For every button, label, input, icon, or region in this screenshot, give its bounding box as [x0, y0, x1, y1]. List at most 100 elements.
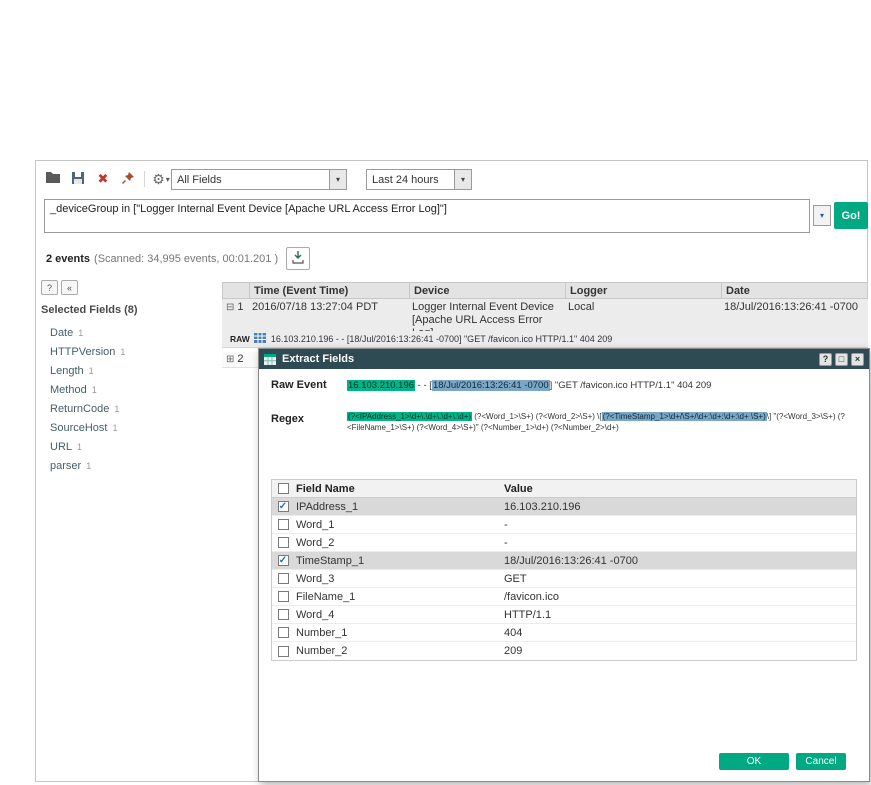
field-name: Number_1: [296, 626, 348, 639]
row-checkbox[interactable]: [277, 591, 289, 602]
dialog-title: Extract Fields: [282, 353, 355, 365]
row-checkbox[interactable]: [277, 537, 289, 548]
header-checkbox[interactable]: [277, 483, 289, 494]
export-button[interactable]: [286, 247, 311, 270]
dialog-minimize-button[interactable]: □: [835, 352, 848, 366]
raw-event-label: Raw Event: [271, 379, 327, 391]
field-label: Date: [50, 326, 74, 339]
field-name: Number_2: [296, 645, 348, 657]
extract-fields-icon: [264, 353, 276, 365]
fields-table-header: Field Name Value: [272, 480, 856, 498]
row-checkbox[interactable]: [277, 519, 289, 530]
field-label: URL: [50, 440, 73, 453]
raw-text: 16.103.210.196 - - [18/Jul/2016:13:26:41…: [270, 334, 613, 344]
timestamp-highlight: 18/Jul/2016:13:26:41 -0700: [431, 380, 550, 391]
time-range-value: Last 24 hours: [372, 173, 439, 186]
field-label: Length: [50, 364, 84, 377]
delete-button[interactable]: ✖: [94, 170, 112, 188]
field-name: Word_2: [296, 536, 335, 549]
open-search-button[interactable]: [44, 170, 62, 188]
field-label: Method: [50, 383, 87, 396]
sidebar-item-sourcehost[interactable]: SourceHost 1: [41, 418, 211, 437]
field-name: Word_3: [296, 572, 335, 585]
dialog-close-button[interactable]: ×: [851, 352, 864, 366]
chevron-down-icon: ▾: [329, 170, 346, 189]
dialog-help-button[interactable]: ?: [819, 352, 832, 366]
sidebar-item-date[interactable]: Date 1: [41, 323, 211, 342]
field-row: Number_1 404: [272, 624, 856, 642]
expand-row-icon[interactable]: ⊞: [226, 354, 234, 365]
events-count: 2 events: [46, 252, 91, 265]
field-value: /favicon.ico: [504, 590, 560, 603]
panel-buttons: ? «: [41, 280, 78, 295]
field-value: 209: [504, 645, 523, 657]
chevron-down-icon: ▾: [165, 174, 170, 184]
sidebar-item-returncode[interactable]: ReturnCode 1: [41, 399, 211, 418]
raw-event-row: RAW 16.103.210.196 - - [18/Jul/2016:13:2…: [222, 331, 868, 348]
search-query-input[interactable]: _deviceGroup in ["Logger Internal Event …: [44, 199, 810, 233]
field-value: -: [504, 536, 508, 549]
ok-button[interactable]: OK: [719, 753, 789, 770]
field-row: TimeStamp_1 18/Jul/2016:13:26:41 -0700: [272, 552, 856, 570]
selected-fields-list: Date 1 HTTPVersion 1 Length 1 Method 1 Retur…: [41, 323, 211, 475]
regex-label: Regex: [271, 413, 305, 425]
field-value: 18/Jul/2016:13:26:41 -0700: [504, 554, 638, 567]
table-icon[interactable]: [253, 332, 266, 346]
field-row: Number_2 209: [272, 642, 856, 660]
dialog-title-bar[interactable]: Extract Fields ? □ ×: [259, 349, 869, 369]
sidebar-item-url[interactable]: URL 1: [41, 437, 211, 456]
field-name: TimeStamp_1: [296, 554, 365, 567]
column-field-name: Field Name: [296, 482, 355, 495]
row-checkbox[interactable]: [277, 609, 289, 620]
row-number: 2: [237, 353, 244, 365]
field-count: 1: [114, 403, 120, 414]
fields-dropdown[interactable]: All Fields ▾: [171, 169, 347, 190]
row-checkbox[interactable]: [277, 645, 289, 657]
field-count: 1: [112, 422, 118, 433]
field-count: 1: [77, 441, 83, 452]
sidebar-item-httpversion[interactable]: HTTPVersion 1: [41, 342, 211, 361]
folder-icon: [45, 171, 61, 187]
save-icon: [71, 171, 85, 188]
fields-dropdown-value: All Fields: [177, 173, 222, 186]
row-checkbox[interactable]: [277, 501, 289, 512]
events-summary: 2 events (Scanned: 34,995 events, 00:01.…: [46, 247, 311, 270]
chevron-down-icon: ▾: [819, 211, 824, 220]
row-checkbox[interactable]: [277, 555, 289, 566]
field-row: Word_4 HTTP/1.1: [272, 606, 856, 624]
field-value: -: [504, 518, 508, 531]
field-row: Word_2 -: [272, 534, 856, 552]
field-row: Word_3 GET: [272, 570, 856, 588]
field-count: 1: [88, 365, 94, 376]
settings-button[interactable]: ⚙ ▾: [152, 170, 170, 188]
field-name: IPAddress_1: [296, 500, 359, 513]
save-button[interactable]: [69, 170, 87, 188]
field-row: IPAddress_1 16.103.210.196: [272, 498, 856, 516]
time-range-dropdown[interactable]: Last 24 hours ▾: [366, 169, 472, 190]
sidebar-item-length[interactable]: Length 1: [41, 361, 211, 380]
collapse-row-icon[interactable]: ⊟: [226, 302, 234, 313]
timestamp-regex-highlight: (?<TimeStamp_1>\d+/\S+/\d+:\d+:\d+:\d+ \…: [601, 412, 767, 421]
row-checkbox[interactable]: [277, 627, 289, 638]
field-name: FileName_1: [296, 590, 356, 603]
field-count: 1: [91, 384, 97, 395]
sidebar-item-method[interactable]: Method 1: [41, 380, 211, 399]
collapse-panel-button[interactable]: «: [61, 280, 78, 295]
field-count: 1: [86, 460, 92, 471]
fields-table: Field Name Value IPAddress_1 16.103.210.…: [271, 479, 857, 661]
field-name: Word_1: [296, 518, 335, 531]
field-label: ReturnCode: [50, 402, 110, 415]
pin-button[interactable]: [119, 170, 137, 188]
header-spacer: [223, 283, 249, 298]
field-value: GET: [504, 572, 527, 585]
gear-icon: ⚙: [152, 170, 165, 187]
go-button[interactable]: Go!: [834, 202, 868, 229]
column-value: Value: [504, 482, 533, 495]
query-history-button[interactable]: ▾: [813, 205, 831, 226]
help-button[interactable]: ?: [41, 280, 58, 295]
field-value: 16.103.210.196: [504, 500, 581, 513]
selected-fields-title: Selected Fields (8): [41, 304, 138, 316]
cancel-button[interactable]: Cancel: [796, 753, 846, 770]
row-checkbox[interactable]: [277, 573, 289, 584]
sidebar-item-parser[interactable]: parser 1: [41, 456, 211, 475]
